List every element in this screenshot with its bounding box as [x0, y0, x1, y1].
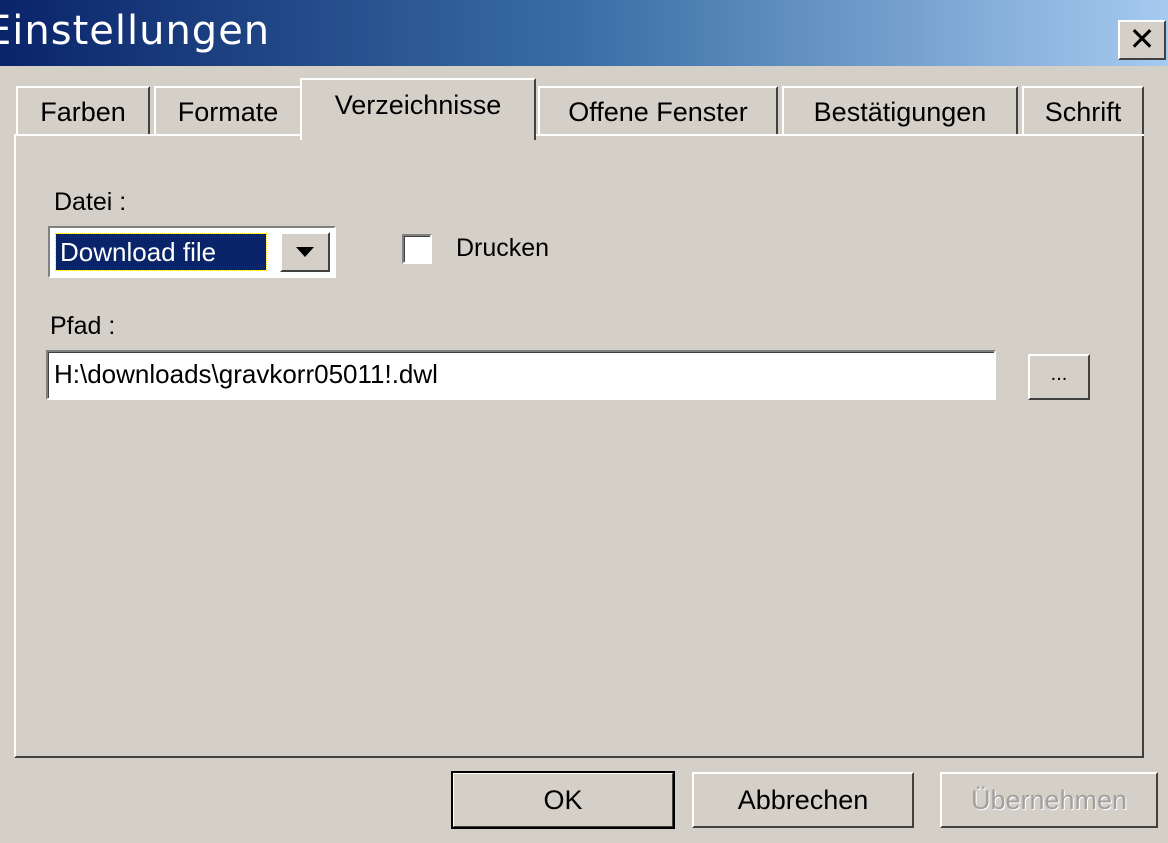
- print-checkbox[interactable]: [402, 234, 432, 264]
- tab-label: Farben: [40, 96, 126, 127]
- tab-formate[interactable]: Formate: [154, 86, 302, 136]
- dropdown-arrow-button[interactable]: [280, 232, 330, 272]
- tab-label: Verzeichnisse: [334, 90, 502, 120]
- close-button[interactable]: ✕: [1118, 20, 1166, 60]
- tab-label: Formate: [177, 96, 279, 127]
- title-bar[interactable]: Einstellungen ✕: [0, 0, 1168, 70]
- file-type-dropdown[interactable]: Download file: [48, 226, 336, 278]
- cancel-button-label: Abbrechen: [737, 784, 869, 815]
- tab-schrift[interactable]: Schrift: [1022, 86, 1144, 136]
- window-title: Einstellungen: [0, 8, 271, 54]
- tab-bestaetigungen[interactable]: Bestätigungen: [782, 86, 1018, 136]
- browse-button[interactable]: ...: [1028, 354, 1090, 400]
- path-label: Pfad :: [50, 312, 116, 340]
- print-label[interactable]: Drucken: [456, 234, 549, 263]
- tab-farben[interactable]: Farben: [16, 86, 150, 136]
- cancel-button[interactable]: Abbrechen: [692, 772, 914, 828]
- apply-button[interactable]: Übernehmen: [940, 772, 1158, 828]
- tab-label: Offene Fenster: [568, 96, 748, 127]
- tab-label: Bestätigungen: [813, 96, 987, 127]
- close-icon: ✕: [1128, 20, 1156, 58]
- tab-verzeichnisse[interactable]: Verzeichnisse: [300, 78, 536, 140]
- settings-dialog: Einstellungen ✕ Farben Formate Verzeichn…: [0, 0, 1168, 843]
- tab-strip-divider: [14, 134, 1144, 136]
- apply-button-label: Übernehmen: [970, 784, 1128, 815]
- path-input[interactable]: H:\downloads\gravkorr05011!.dwl: [46, 350, 996, 400]
- ok-button[interactable]: OK: [451, 771, 675, 829]
- ok-button-label: OK: [543, 784, 583, 815]
- tab-offene-fenster[interactable]: Offene Fenster: [538, 86, 778, 136]
- file-label: Datei :: [54, 188, 127, 216]
- tab-label: Schrift: [1044, 96, 1122, 127]
- file-type-selected: Download file: [55, 233, 267, 271]
- chevron-down-icon: [296, 247, 314, 257]
